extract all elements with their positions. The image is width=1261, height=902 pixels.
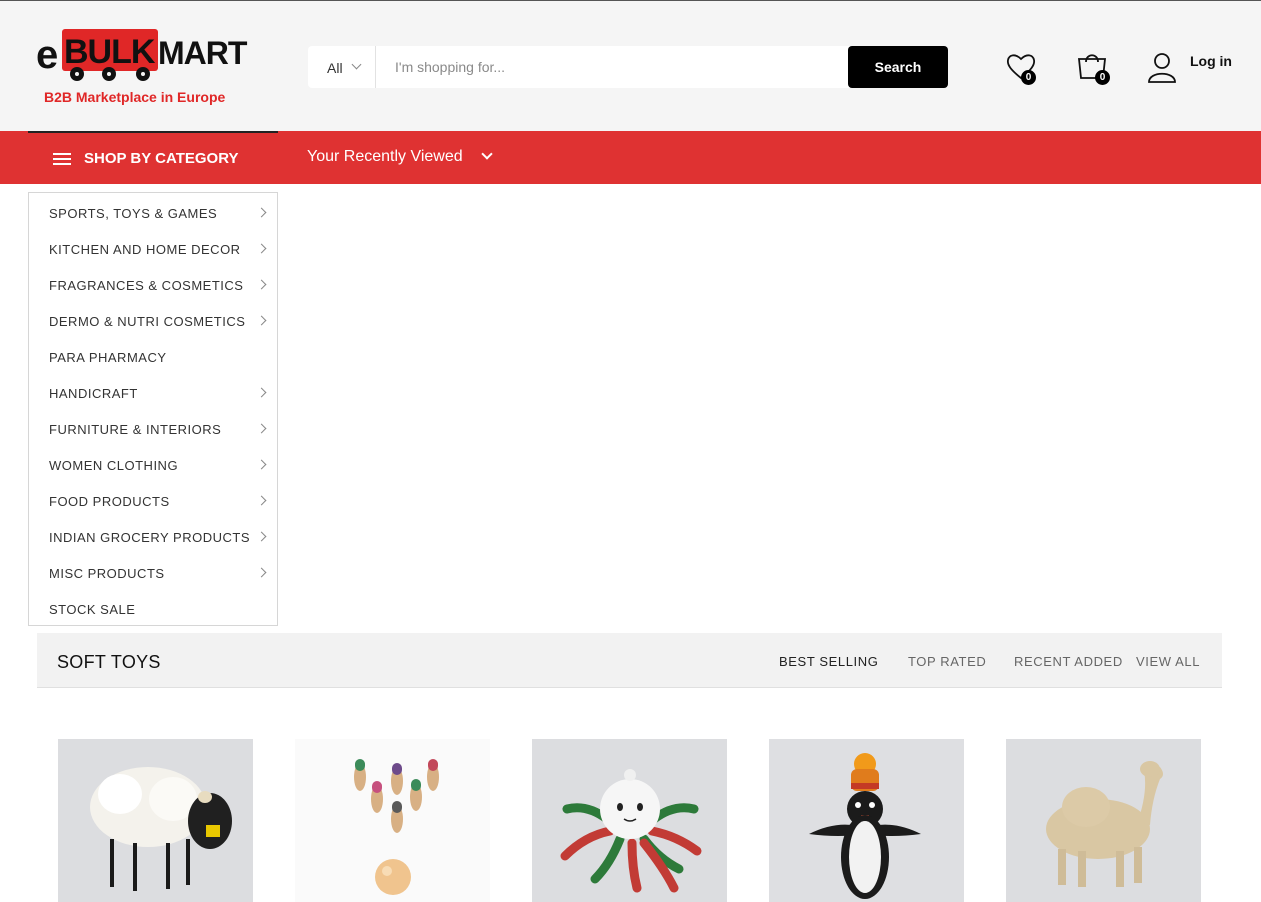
search-category-select[interactable]: All xyxy=(308,46,376,88)
login-link[interactable]: Log in xyxy=(1190,53,1232,69)
felt-camel-toy-image xyxy=(1006,739,1201,902)
category-item[interactable]: WOMEN CLOTHING xyxy=(29,446,277,482)
category-item[interactable]: PARA PHARMACY xyxy=(29,338,277,374)
wishlist-button[interactable]: 0 xyxy=(1005,51,1039,87)
logo-letter-e: e xyxy=(36,33,58,77)
hamburger-menu-icon xyxy=(53,153,71,166)
category-label: FURNITURE & INTERIORS xyxy=(49,422,222,437)
chevron-right-icon xyxy=(256,531,267,542)
chevron-right-icon xyxy=(256,423,267,434)
user-icon xyxy=(1148,53,1176,83)
search-input[interactable] xyxy=(376,46,848,88)
chevron-right-icon xyxy=(256,387,267,398)
search-category-value: All xyxy=(327,60,343,76)
logo-wheel xyxy=(102,67,116,81)
chevron-right-icon xyxy=(256,495,267,506)
product-card-sheep[interactable] xyxy=(58,739,253,902)
logo-wheel xyxy=(136,67,150,81)
main-navbar: SHOP BY CATEGORY Your Recently Viewed xyxy=(0,131,1261,184)
search-bar: All Search xyxy=(308,46,948,88)
cart-count-badge: 0 xyxy=(1095,70,1110,85)
site-header: e BULK MART B2B Marketplace in Europe Al… xyxy=(0,0,1261,131)
wooden-bowling-set-image xyxy=(295,739,490,902)
category-item[interactable]: KITCHEN AND HOME DECOR xyxy=(29,230,277,266)
category-label: INDIAN GROCERY PRODUCTS xyxy=(49,530,250,545)
category-item[interactable]: FURNITURE & INTERIORS xyxy=(29,410,277,446)
category-label: PARA PHARMACY xyxy=(49,350,167,365)
site-logo[interactable]: e BULK MART B2B Marketplace in Europe xyxy=(36,27,266,111)
tab-view-all[interactable]: VIEW ALL xyxy=(1136,654,1200,669)
wishlist-count-badge: 0 xyxy=(1021,70,1036,85)
category-item[interactable]: FRAGRANCES & COSMETICS xyxy=(29,266,277,302)
category-item[interactable]: MISC PRODUCTS xyxy=(29,554,277,590)
category-label: SPORTS, TOYS & GAMES xyxy=(49,206,218,221)
account-button[interactable] xyxy=(1146,51,1180,85)
category-item[interactable]: INDIAN GROCERY PRODUCTS xyxy=(29,518,277,554)
logo-wheel xyxy=(70,67,84,81)
category-item[interactable]: FOOD PRODUCTS xyxy=(29,482,277,518)
chevron-right-icon xyxy=(256,279,267,290)
chevron-right-icon xyxy=(256,567,267,578)
shop-by-category-label: SHOP BY CATEGORY xyxy=(84,150,239,167)
category-item[interactable]: HANDICRAFT xyxy=(29,374,277,410)
tab-recent-added[interactable]: RECENT ADDED xyxy=(1014,654,1123,669)
chevron-down-icon xyxy=(351,59,362,70)
category-label: MISC PRODUCTS xyxy=(49,566,165,581)
product-card-bowling[interactable] xyxy=(295,739,490,902)
chevron-down-icon xyxy=(481,148,493,160)
tab-top-rated[interactable]: TOP RATED xyxy=(908,654,986,669)
category-item[interactable]: SPORTS, TOYS & GAMES xyxy=(29,194,277,230)
chevron-right-icon xyxy=(256,315,267,326)
chevron-right-icon xyxy=(256,207,267,218)
soft-toys-section-header: SOFT TOYS BEST SELLING TOP RATED RECENT … xyxy=(37,633,1222,688)
logo-word-mart: MART xyxy=(158,35,247,71)
chevron-right-icon xyxy=(256,243,267,254)
tab-best-selling[interactable]: BEST SELLING xyxy=(779,654,878,669)
logo-tagline: B2B Marketplace in Europe xyxy=(44,89,226,105)
product-card-octopus[interactable] xyxy=(532,739,727,902)
category-item[interactable]: DERMO & NUTRI COSMETICS xyxy=(29,302,277,338)
search-button[interactable]: Search xyxy=(848,46,948,88)
category-label: WOMEN CLOTHING xyxy=(49,458,179,473)
category-label: HANDICRAFT xyxy=(49,386,138,401)
category-label: DERMO & NUTRI COSMETICS xyxy=(49,314,246,329)
category-item[interactable]: STOCK SALE xyxy=(29,590,277,626)
category-label: KITCHEN AND HOME DECOR xyxy=(49,242,241,257)
category-label: FOOD PRODUCTS xyxy=(49,494,170,509)
chevron-right-icon xyxy=(256,459,267,470)
recently-viewed-dropdown[interactable]: Your Recently Viewed xyxy=(307,148,463,166)
section-title: SOFT TOYS xyxy=(57,652,161,672)
product-card-penguin[interactable] xyxy=(769,739,964,902)
shop-by-category-toggle[interactable]: SHOP BY CATEGORY xyxy=(28,131,278,184)
crochet-octopus-toy-image xyxy=(532,739,727,902)
product-card-camel[interactable] xyxy=(1006,739,1201,902)
category-label: FRAGRANCES & COSMETICS xyxy=(49,278,244,293)
knitted-penguin-toy-image xyxy=(769,739,964,902)
category-label: STOCK SALE xyxy=(49,602,136,617)
cart-button[interactable]: 0 xyxy=(1076,49,1112,87)
felt-sheep-toy-image xyxy=(58,739,253,902)
category-menu: SPORTS, TOYS & GAMES KITCHEN AND HOME DEC… xyxy=(28,192,278,626)
